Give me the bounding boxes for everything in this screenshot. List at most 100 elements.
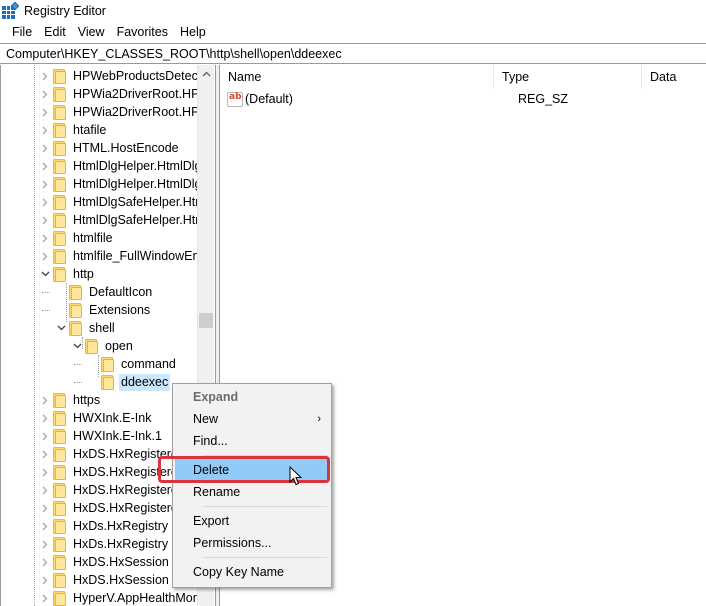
folder-icon bbox=[53, 572, 67, 588]
chevron-right-icon[interactable] bbox=[39, 589, 51, 606]
chevron-right-icon[interactable] bbox=[39, 103, 51, 121]
tree-item-label: https bbox=[73, 392, 101, 407]
context-menu: Expand New › Find... Delete Rename Export Permi… bbox=[172, 383, 332, 588]
chevron-right-icon[interactable] bbox=[39, 121, 51, 139]
chevron-right-icon[interactable] bbox=[39, 67, 51, 85]
chevron-right-icon[interactable] bbox=[39, 499, 51, 517]
chevron-right-icon[interactable] bbox=[39, 175, 51, 193]
menu-item-new[interactable]: New › bbox=[175, 408, 329, 430]
folder-icon bbox=[53, 392, 67, 408]
chevron-right-icon[interactable] bbox=[39, 229, 51, 247]
chevron-down-icon[interactable] bbox=[71, 337, 83, 355]
folder-icon bbox=[69, 302, 83, 318]
tree-item[interactable]: command bbox=[87, 355, 178, 373]
chevron-right-icon[interactable] bbox=[39, 445, 51, 463]
value-name: (Default) bbox=[245, 92, 293, 106]
scroll-thumb[interactable] bbox=[199, 313, 213, 328]
tree-item-label: HPWia2DriverRoot.HPV bbox=[73, 104, 208, 119]
tree-item[interactable]: htmlfile_FullWindowEm bbox=[39, 247, 205, 265]
tree-item-label: htafile bbox=[73, 122, 107, 137]
tree-item[interactable]: http bbox=[39, 265, 96, 283]
menu-view[interactable]: View bbox=[72, 25, 111, 39]
tree-item[interactable]: htafile bbox=[39, 121, 108, 139]
folder-icon bbox=[53, 176, 67, 192]
folder-icon bbox=[101, 374, 115, 390]
tree-item[interactable]: HxDS.HxSession bbox=[39, 553, 171, 571]
tree-item-label: HPWia2DriverRoot.HPV bbox=[73, 86, 208, 101]
tree-item[interactable]: https bbox=[39, 391, 102, 409]
tree-item[interactable]: HtmlDlgSafeHelper.Htm bbox=[39, 211, 208, 229]
title-bar: Registry Editor bbox=[0, 0, 706, 22]
tree-item[interactable]: shell bbox=[55, 319, 117, 337]
menu-favorites[interactable]: Favorites bbox=[111, 25, 174, 39]
chevron-right-icon[interactable] bbox=[39, 247, 51, 265]
menu-edit[interactable]: Edit bbox=[38, 25, 72, 39]
value-type: REG_SZ bbox=[518, 92, 569, 106]
tree-item[interactable]: HPWia2DriverRoot.HPV bbox=[39, 85, 210, 103]
chevron-down-icon[interactable] bbox=[39, 265, 51, 283]
tree-item[interactable]: htmlfile bbox=[39, 229, 115, 247]
folder-icon bbox=[53, 86, 67, 102]
menu-item-copy-key-name[interactable]: Copy Key Name bbox=[175, 561, 329, 583]
chevron-right-icon[interactable] bbox=[39, 85, 51, 103]
folder-icon bbox=[53, 230, 67, 246]
tree-item[interactable]: HxDs.HxRegistry bbox=[39, 517, 170, 535]
tree-item[interactable]: HPWia2DriverRoot.HPV bbox=[39, 103, 210, 121]
tree-item[interactable]: open bbox=[71, 337, 135, 355]
menu-item-label: Export bbox=[193, 514, 230, 528]
tree-item-label: ddeexec bbox=[119, 373, 171, 391]
chevron-right-icon[interactable] bbox=[39, 481, 51, 499]
tree-item[interactable]: HtmlDlgHelper.HtmlDlg bbox=[39, 175, 204, 193]
tree-item-selected[interactable]: ddeexec bbox=[87, 373, 171, 391]
tree-item[interactable]: HtmlDlgHelper.HtmlDlg bbox=[39, 157, 204, 175]
menu-item-export[interactable]: Export bbox=[175, 510, 329, 532]
column-header-name[interactable]: Name bbox=[220, 65, 494, 89]
folder-icon bbox=[53, 500, 67, 516]
address-bar[interactable]: Computer\HKEY_CLASSES_ROOT\http\shell\op… bbox=[0, 43, 706, 64]
tree-item[interactable]: HWXInk.E-Ink bbox=[39, 409, 154, 427]
column-header-data[interactable]: Data bbox=[642, 65, 706, 89]
tree-item[interactable]: HyperV.AppHealthMon bbox=[39, 589, 202, 606]
chevron-right-icon[interactable] bbox=[39, 517, 51, 535]
tree-item[interactable]: HPWebProductsDetecti bbox=[39, 67, 206, 85]
chevron-right-icon[interactable] bbox=[39, 427, 51, 445]
tree-item[interactable]: HWXInk.E-Ink.1 bbox=[39, 427, 164, 445]
tree-item[interactable]: Extensions bbox=[55, 301, 152, 319]
tree-item-label: HxDs.HxRegistry bbox=[73, 518, 169, 533]
tree-item[interactable]: HTML.HostEncode bbox=[39, 139, 181, 157]
chevron-right-icon[interactable] bbox=[39, 193, 51, 211]
tree-item[interactable]: HxDS.HxSession bbox=[39, 571, 171, 589]
tree-item[interactable]: DefaultIcon bbox=[55, 283, 154, 301]
chevron-right-icon[interactable] bbox=[39, 391, 51, 409]
column-header-type[interactable]: Type bbox=[494, 65, 642, 89]
chevron-right-icon[interactable] bbox=[39, 409, 51, 427]
chevron-down-icon[interactable] bbox=[55, 319, 67, 337]
tree-item[interactable]: HxDs.HxRegistry bbox=[39, 535, 170, 553]
mouse-cursor-icon bbox=[289, 466, 303, 486]
menu-item-rename[interactable]: Rename bbox=[175, 481, 329, 503]
chevron-right-icon[interactable] bbox=[39, 211, 51, 229]
chevron-right-icon[interactable] bbox=[39, 139, 51, 157]
value-row[interactable]: ab (Default) REG_SZ bbox=[220, 89, 706, 109]
tree-item[interactable]: HtmlDlgSafeHelper.Htm bbox=[39, 193, 208, 211]
folder-icon bbox=[69, 284, 83, 300]
chevron-right-icon[interactable] bbox=[39, 553, 51, 571]
menu-item-expand: Expand bbox=[175, 386, 329, 408]
chevron-right-icon[interactable] bbox=[39, 463, 51, 481]
menu-item-permissions[interactable]: Permissions... bbox=[175, 532, 329, 554]
chevron-right-icon[interactable] bbox=[39, 157, 51, 175]
menu-item-find[interactable]: Find... bbox=[175, 430, 329, 452]
menu-file[interactable]: File bbox=[6, 25, 38, 39]
menu-help[interactable]: Help bbox=[174, 25, 212, 39]
menu-item-label: Find... bbox=[193, 434, 228, 448]
folder-icon bbox=[53, 554, 67, 570]
tree-item-label: HtmlDlgSafeHelper.Htm bbox=[73, 194, 206, 209]
chevron-right-icon[interactable] bbox=[39, 571, 51, 589]
folder-icon bbox=[53, 428, 67, 444]
scroll-up-arrow-icon[interactable] bbox=[198, 65, 215, 82]
address-path[interactable]: Computer\HKEY_CLASSES_ROOT\http\shell\op… bbox=[6, 47, 342, 61]
chevron-right-icon[interactable] bbox=[39, 535, 51, 553]
tree-item-label: HtmlDlgSafeHelper.Htm bbox=[73, 212, 206, 227]
